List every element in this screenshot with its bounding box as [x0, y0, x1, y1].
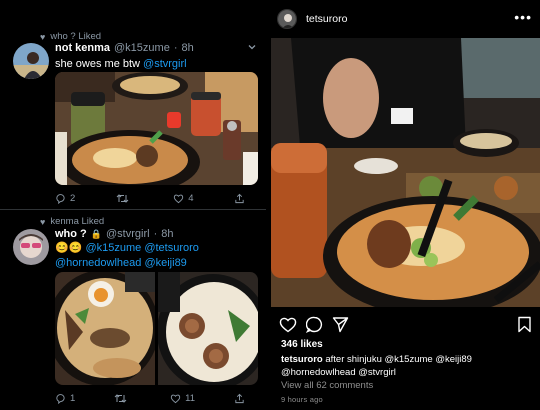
- dot-separator: ·: [153, 228, 158, 240]
- tweet-photo[interactable]: [158, 272, 258, 385]
- like-count: 11: [185, 393, 196, 404]
- reply-icon: [56, 394, 65, 404]
- reply-icon: [56, 194, 65, 204]
- reply-button[interactable]: 1: [55, 393, 75, 404]
- tweet-photo[interactable]: [55, 72, 258, 185]
- like-icon: [174, 194, 184, 204]
- view-all-comments-link[interactable]: View all 62 comments: [281, 380, 373, 391]
- tweet-actions: 1 11: [55, 393, 245, 404]
- post-username[interactable]: tetsuroro: [306, 13, 347, 25]
- retweet-button[interactable]: [114, 393, 131, 404]
- tweet-emoji: 😊😊: [55, 242, 83, 254]
- tweet-photo-grid: [55, 272, 258, 385]
- reply-count: 1: [70, 393, 76, 404]
- retweet-icon: [114, 394, 127, 403]
- bookmark-icon[interactable]: [517, 316, 532, 333]
- tweet-header: not kenma @k15zume · 8h: [55, 42, 194, 54]
- reply-count: 2: [70, 193, 76, 204]
- tweet[interactable]: ♥ kenma Liked who ? 🔒 @stvrgirl · 8h 😊😊 …: [0, 210, 266, 410]
- avatar[interactable]: [277, 9, 297, 29]
- handle[interactable]: @stvrgirl: [106, 228, 150, 240]
- retweet-icon: [116, 194, 129, 203]
- timestamp[interactable]: 8h: [182, 42, 194, 54]
- display-name[interactable]: who ?: [55, 228, 87, 240]
- social-context-label: who ? Liked: [50, 31, 102, 42]
- like-count[interactable]: 346 likes: [281, 339, 323, 350]
- timestamp[interactable]: 8h: [161, 228, 173, 240]
- avatar[interactable]: [13, 43, 49, 79]
- mention-links[interactable]: @k15zume @tetsuroro: [85, 242, 198, 254]
- post-caption: tetsuroro after shinjuku @k15zume @keiji…: [281, 354, 533, 379]
- avatar[interactable]: [13, 229, 49, 265]
- chevron-down-icon[interactable]: [247, 42, 257, 55]
- tweet-text: 😊😊 @k15zume @tetsuroro @hornedowlhead @k…: [55, 241, 256, 270]
- mention-links[interactable]: @hornedowlhead @keiji89: [55, 257, 187, 269]
- social-context: ♥ kenma Liked: [40, 216, 104, 227]
- lock-icon: 🔒: [90, 228, 102, 239]
- dot-separator: ·: [173, 42, 178, 54]
- social-context-label: kenma Liked: [50, 216, 105, 227]
- tweet-actions: 2 4: [55, 193, 245, 204]
- social-context: ♥ who ? Liked: [40, 31, 101, 42]
- share-icon: [235, 193, 244, 204]
- post-header: tetsuroro •••: [271, 0, 540, 38]
- post-actions: [279, 316, 534, 334]
- instagram-post: tetsuroro ••• 346 likes tetsuroro after …: [271, 0, 540, 410]
- heart-icon[interactable]: [279, 316, 297, 333]
- like-button[interactable]: 11: [170, 393, 195, 404]
- heart-icon: ♥: [40, 216, 46, 227]
- mention-link[interactable]: @stvrgirl: [143, 58, 187, 70]
- heart-icon: ♥: [40, 31, 46, 42]
- like-count: 4: [188, 193, 194, 204]
- like-button[interactable]: 4: [173, 193, 194, 204]
- tweet-text-plain: she owes me btw: [55, 58, 144, 70]
- tweet-header: who ? 🔒 @stvrgirl · 8h: [55, 228, 173, 240]
- display-name[interactable]: not kenma: [55, 42, 110, 54]
- share-icon: [235, 393, 244, 404]
- comment-icon[interactable]: [306, 316, 323, 333]
- handle[interactable]: @k15zume: [114, 42, 170, 54]
- caption-username[interactable]: tetsuroro: [281, 354, 323, 365]
- tweet-text: she owes me btw @stvrgirl: [55, 57, 256, 72]
- share-button[interactable]: [234, 193, 245, 204]
- post-timestamp: 9 hours ago: [281, 395, 323, 404]
- post-photo[interactable]: [271, 38, 540, 307]
- more-icon[interactable]: •••: [514, 9, 532, 25]
- tweet-photo[interactable]: [55, 272, 155, 385]
- share-button[interactable]: [234, 393, 245, 404]
- reply-button[interactable]: 2: [55, 193, 75, 204]
- like-icon: [170, 394, 181, 404]
- twitter-timeline: ♥ who ? Liked not kenma @k15zume · 8h sh…: [0, 0, 266, 410]
- retweet-button[interactable]: [116, 193, 133, 204]
- send-icon[interactable]: [332, 316, 349, 333]
- tweet[interactable]: ♥ who ? Liked not kenma @k15zume · 8h sh…: [0, 0, 266, 210]
